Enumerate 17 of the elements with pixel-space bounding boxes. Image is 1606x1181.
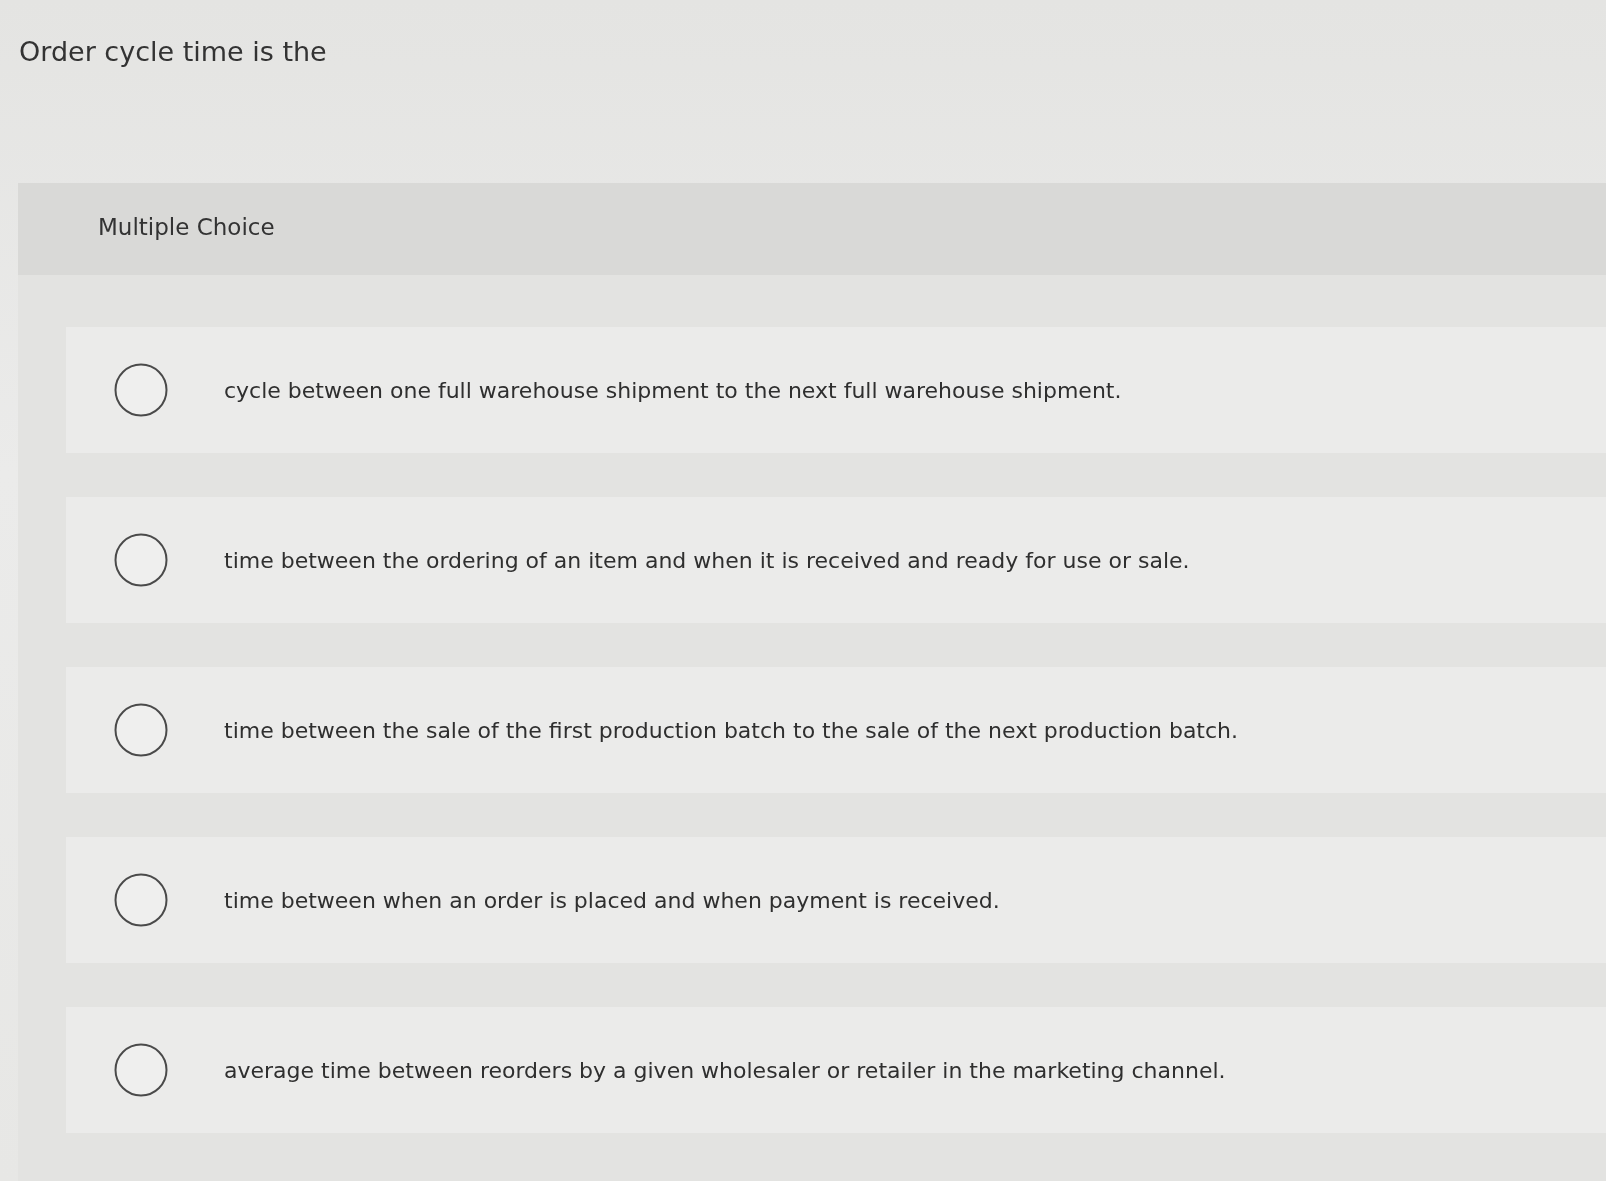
radio-button[interactable]: [114, 533, 168, 587]
option-text: time between the sale of the first production batch to the sale of the next production batch.: [224, 717, 1239, 743]
radio-button[interactable]: [114, 873, 168, 927]
answer-option[interactable]: cycle between one full warehouse shipment to the next full warehouse shipment.: [66, 327, 1606, 453]
answer-option[interactable]: time between the sale of the first production batch to the sale of the next production batch.: [66, 667, 1606, 793]
option-text: average time between reorders by a given wholesaler or retailer in the marketing channel.: [224, 1057, 1226, 1083]
option-text: cycle between one full warehouse shipment to the next full warehouse shipment.: [224, 377, 1122, 403]
question-type-label: Multiple Choice: [98, 214, 275, 240]
answer-option[interactable]: time between the ordering of an item and when it is received and ready for use or sale.: [66, 497, 1606, 623]
radio-button[interactable]: [114, 363, 168, 417]
question-text: Order cycle time is the: [19, 36, 327, 67]
option-text: time between when an order is placed and when payment is received.: [224, 887, 1000, 913]
radio-button[interactable]: [114, 1043, 168, 1097]
answer-option[interactable]: average time between reorders by a given wholesaler or retailer in the marketing channel.: [66, 1007, 1606, 1133]
radio-button[interactable]: [114, 703, 168, 757]
answer-option[interactable]: time between when an order is placed and when payment is received.: [66, 837, 1606, 963]
option-text: time between the ordering of an item and when it is received and ready for use or sale.: [224, 547, 1190, 573]
